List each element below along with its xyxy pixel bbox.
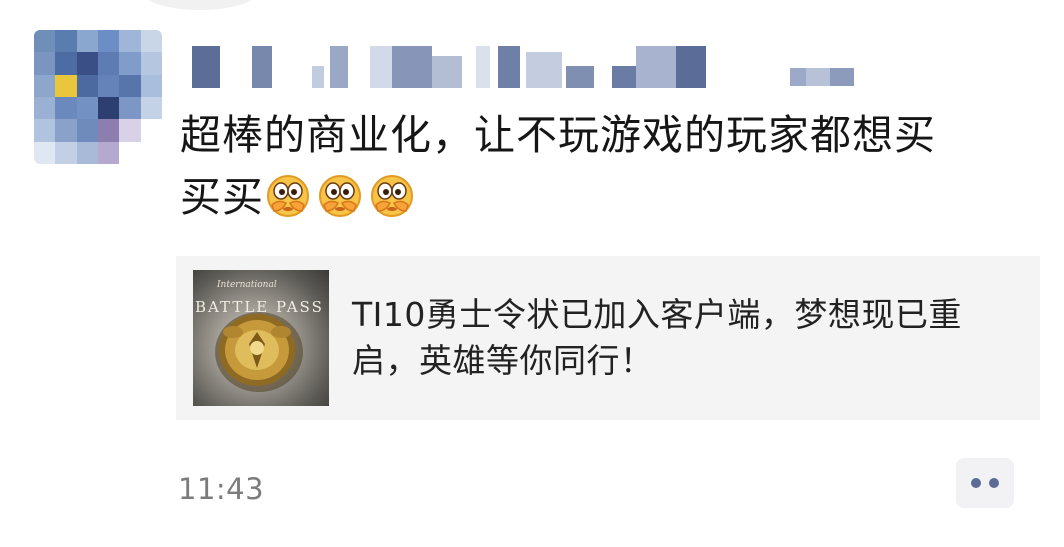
aegis-icon [215, 312, 303, 392]
shared-link-card[interactable]: International BATTLE PASS TI10勇士令状已加入客户端… [176, 256, 1040, 420]
post-text-line1: 超棒的商业化，让不玩游戏的玩家都想买 [180, 111, 936, 159]
thumbnail-subtitle: International [217, 280, 277, 290]
post-timestamp: 11:43 [178, 472, 265, 506]
post-text: 超棒的商业化，让不玩游戏的玩家都想买 买买 [180, 104, 1020, 228]
facepalm-peek-emoji-icon [264, 171, 312, 219]
link-thumbnail: International BATTLE PASS [193, 270, 329, 406]
thumbnail-label: BATTLE PASS [195, 298, 324, 316]
username-blurred[interactable] [180, 46, 870, 88]
more-actions-button[interactable] [956, 458, 1014, 508]
post-text-line2: 买买 [180, 166, 1020, 228]
two-dots-icon [971, 478, 981, 488]
top-edge-decoration [140, 0, 260, 10]
link-title: TI10勇士令状已加入客户端，梦想现已重启，英雄等你同行！ [352, 295, 962, 380]
facepalm-peek-emoji-icon [368, 171, 416, 219]
two-dots-icon [989, 478, 999, 488]
facepalm-peek-emoji-icon [316, 171, 364, 219]
post-text-line2-text: 买买 [180, 173, 264, 221]
avatar[interactable] [34, 30, 162, 164]
